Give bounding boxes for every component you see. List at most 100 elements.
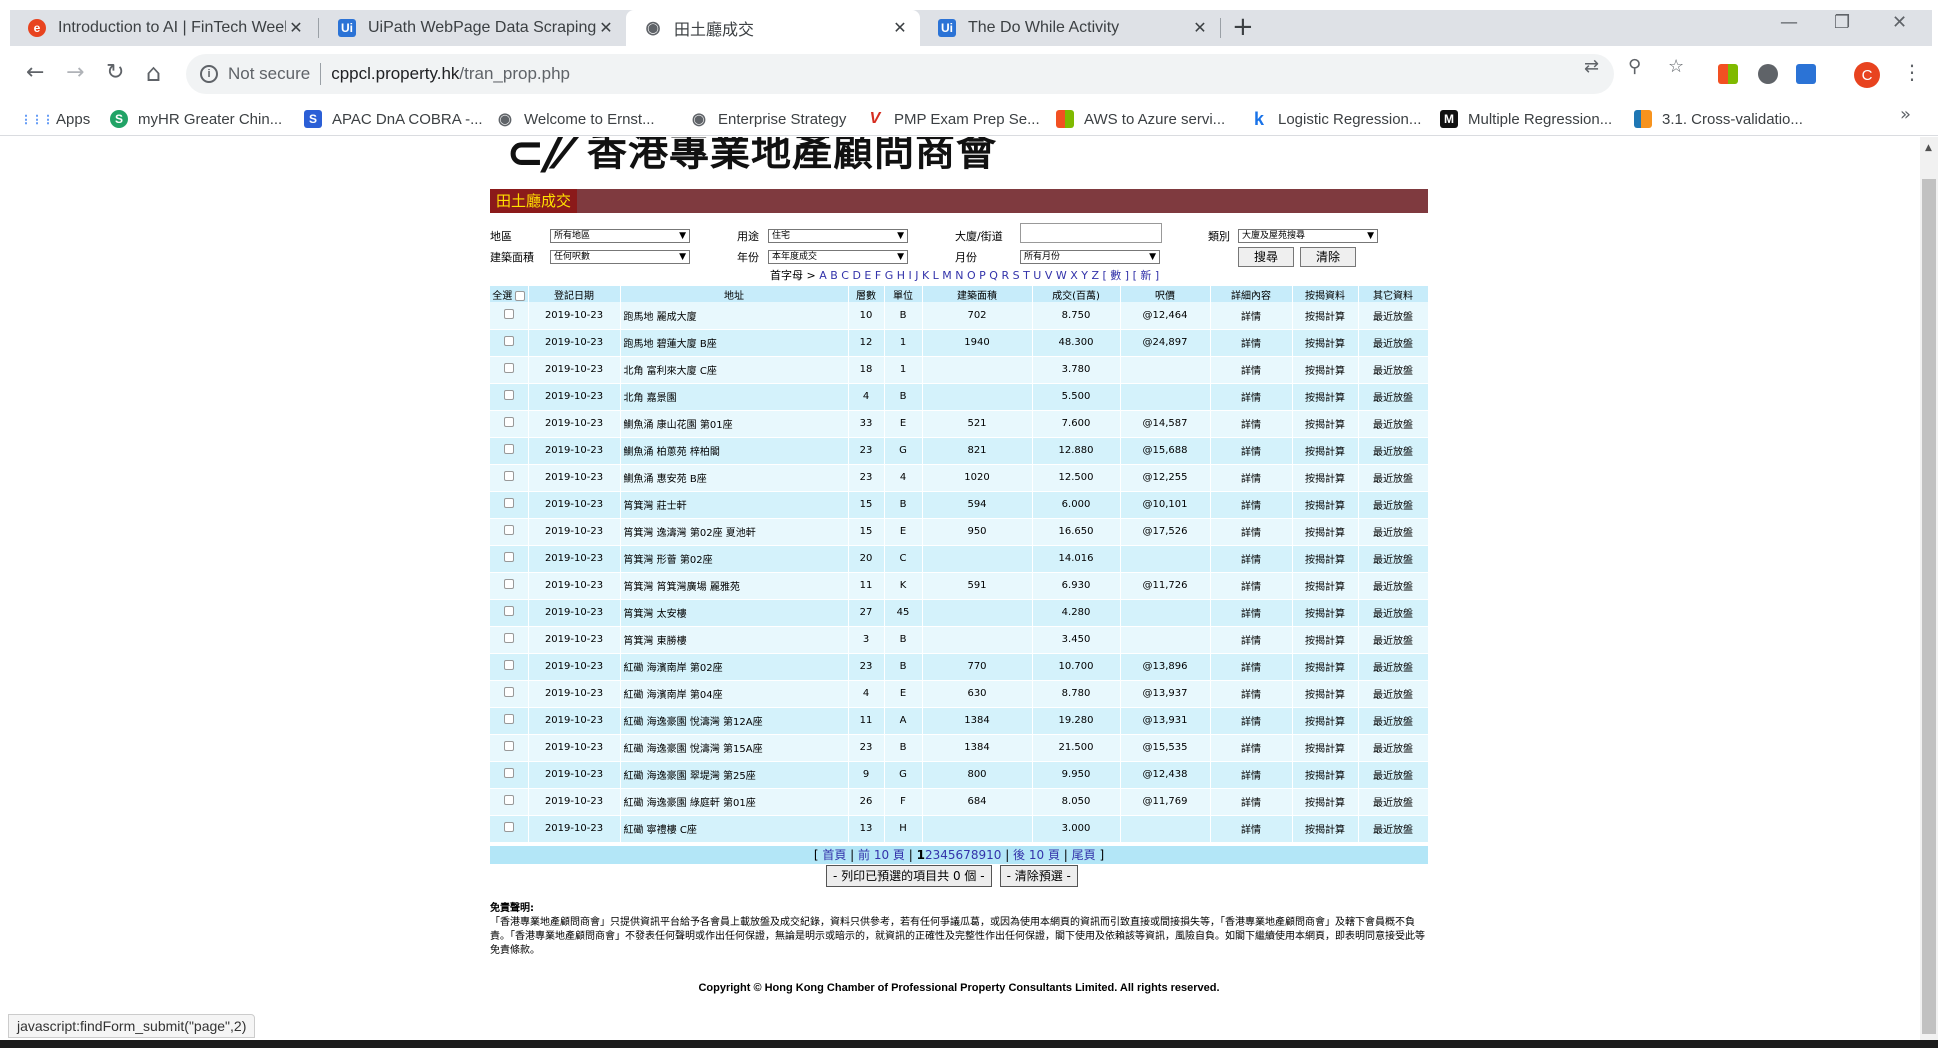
bookmark-logistic-regression[interactable]: k Logistic Regression... (1250, 109, 1421, 129)
detail-link[interactable]: 詳情 (1210, 410, 1293, 438)
row-checkbox[interactable] (503, 525, 514, 535)
alpha-letters[interactable]: A B C D E F G H I J K L M N O P Q R S T … (819, 269, 1099, 282)
scrollbar-thumb[interactable] (1922, 179, 1936, 1034)
mortgage-link[interactable]: 按揭計算 (1292, 329, 1359, 357)
detail-link[interactable]: 詳情 (1210, 734, 1293, 762)
page-link[interactable]: 2 (925, 848, 933, 862)
mortgage-link[interactable]: 按揭計算 (1292, 707, 1359, 735)
page-link[interactable]: 10 (986, 848, 1001, 862)
recent-listings-link[interactable]: 最近放盤 (1358, 356, 1429, 384)
detail-link[interactable]: 詳情 (1210, 302, 1293, 330)
recent-listings-link[interactable]: 最近放盤 (1358, 680, 1429, 708)
recent-listings-link[interactable]: 最近放盤 (1358, 410, 1429, 438)
address-bar[interactable]: i Not secure cppcl.property.hk/tran_prop… (186, 54, 1614, 94)
detail-link[interactable]: 詳情 (1210, 788, 1293, 816)
bookmark-myhr[interactable]: SmyHR Greater Chin... (110, 110, 282, 128)
bookmark-apac-dna[interactable]: S APAC DnA COBRA -... (304, 110, 483, 128)
recent-listings-link[interactable]: 最近放盤 (1358, 707, 1429, 735)
close-icon[interactable]: ✕ (890, 18, 910, 38)
row-checkbox[interactable] (503, 552, 514, 562)
bookmark-enterprise-strategy[interactable]: ◉ Enterprise Strategy (690, 110, 846, 129)
new-tab-button[interactable]: + (1232, 14, 1254, 40)
recent-listings-link[interactable]: 最近放盤 (1358, 491, 1429, 519)
windows-extension-icon[interactable] (1718, 64, 1738, 84)
profile-avatar[interactable]: C (1854, 62, 1880, 88)
row-checkbox[interactable] (503, 795, 514, 805)
tab-do-while[interactable]: Ui The Do While Activity ✕ (920, 10, 1220, 46)
row-checkbox[interactable] (503, 308, 514, 319)
bookmark-apps[interactable]: ⋮⋮⋮ Apps (21, 110, 91, 128)
row-checkbox[interactable] (503, 363, 514, 373)
mortgage-link[interactable]: 按揭計算 (1292, 410, 1359, 438)
row-checkbox[interactable] (503, 822, 514, 832)
mortgage-link[interactable]: 按揭計算 (1292, 356, 1359, 384)
row-checkbox[interactable] (503, 714, 514, 724)
back-button[interactable]: ← (26, 60, 44, 86)
recent-listings-link[interactable]: 最近放盤 (1358, 734, 1429, 762)
extension-icon[interactable] (1758, 64, 1778, 84)
print-selected-button[interactable]: - 列印已預選的項目共 0 個 - (826, 865, 992, 887)
detail-link[interactable]: 詳情 (1210, 518, 1293, 546)
close-icon[interactable]: ✕ (286, 18, 306, 38)
select-all-checkbox[interactable] (515, 290, 526, 301)
clear-button[interactable]: 清除 (1300, 247, 1356, 267)
close-icon[interactable]: ✕ (596, 18, 616, 38)
detail-link[interactable]: 詳情 (1210, 707, 1293, 735)
page-link[interactable]: 4 (940, 848, 948, 862)
info-icon[interactable]: i (200, 65, 218, 83)
mortgage-link[interactable]: 按揭計算 (1292, 761, 1359, 789)
reload-button[interactable]: ↻ (106, 60, 124, 86)
last-page-link[interactable]: 尾頁 (1072, 848, 1096, 862)
row-checkbox[interactable] (503, 390, 514, 400)
row-checkbox[interactable] (503, 606, 514, 616)
mortgage-link[interactable]: 按揭計算 (1292, 788, 1359, 816)
row-checkbox[interactable] (503, 741, 514, 751)
detail-link[interactable]: 詳情 (1210, 545, 1293, 573)
recent-listings-link[interactable]: 最近放盤 (1358, 599, 1429, 627)
recent-listings-link[interactable]: 最近放盤 (1358, 761, 1429, 789)
mortgage-link[interactable]: 按揭計算 (1292, 680, 1359, 708)
alpha-extra-links[interactable]: [ 數 ] [ 新 ] (1103, 269, 1160, 282)
zoom-icon[interactable]: ⚲ (1628, 56, 1641, 77)
tab-uipath-scraping[interactable]: Ui UiPath WebPage Data Scraping : ✕ (320, 10, 626, 46)
recent-listings-link[interactable]: 最近放盤 (1358, 329, 1429, 357)
detail-link[interactable]: 詳情 (1210, 653, 1293, 681)
bookmark-star-icon[interactable]: ☆ (1668, 56, 1684, 77)
mortgage-link[interactable]: 按揭計算 (1292, 383, 1359, 411)
bookmark-aws-azure[interactable]: AWS to Azure servi... (1056, 110, 1225, 128)
detail-link[interactable]: 詳情 (1210, 572, 1293, 600)
home-button[interactable]: ⌂ (146, 60, 161, 86)
row-checkbox[interactable] (503, 444, 514, 454)
mortgage-link[interactable]: 按揭計算 (1292, 518, 1359, 546)
bookmarks-more-button[interactable]: » (1900, 104, 1911, 125)
mortgage-link[interactable]: 按揭計算 (1292, 437, 1359, 465)
row-checkbox[interactable] (503, 768, 514, 778)
mortgage-link[interactable]: 按揭計算 (1292, 464, 1359, 492)
page-link[interactable]: 9 (978, 848, 986, 862)
detail-link[interactable]: 詳情 (1210, 815, 1293, 843)
bookmark-pmp[interactable]: V PMP Exam Prep Se... (866, 110, 1040, 128)
district-select[interactable]: 所有地區 ▼ (550, 229, 690, 243)
recent-listings-link[interactable]: 最近放盤 (1358, 653, 1429, 681)
recent-listings-link[interactable]: 最近放盤 (1358, 815, 1429, 843)
clear-selection-button[interactable]: - 清除預選 - (999, 865, 1078, 887)
mortgage-link[interactable]: 按揭計算 (1292, 626, 1359, 654)
recent-listings-link[interactable]: 最近放盤 (1358, 302, 1429, 330)
row-checkbox[interactable] (503, 633, 514, 643)
scroll-up-arrow-icon[interactable]: ▲ (1925, 143, 1932, 153)
mortgage-link[interactable]: 按揭計算 (1292, 734, 1359, 762)
mortgage-link[interactable]: 按揭計算 (1292, 302, 1359, 330)
detail-link[interactable]: 詳情 (1210, 383, 1293, 411)
search-button[interactable]: 搜尋 (1238, 247, 1294, 267)
page-link[interactable]: 7 (963, 848, 971, 862)
category-select[interactable]: 大廈及屋苑搜尋 ▼ (1238, 229, 1378, 243)
mortgage-link[interactable]: 按揭計算 (1292, 653, 1359, 681)
month-select[interactable]: 所有月份 ▼ (1020, 250, 1160, 264)
mortgage-link[interactable]: 按揭計算 (1292, 572, 1359, 600)
menu-icon[interactable]: ⋮ (1902, 60, 1922, 84)
recent-listings-link[interactable]: 最近放盤 (1358, 437, 1429, 465)
first-page-link[interactable]: 首頁 (822, 848, 846, 862)
detail-link[interactable]: 詳情 (1210, 329, 1293, 357)
bookmark-multiple-regression[interactable]: M Multiple Regression... (1440, 110, 1612, 128)
vertical-scrollbar[interactable]: ▲ (1920, 137, 1938, 1040)
